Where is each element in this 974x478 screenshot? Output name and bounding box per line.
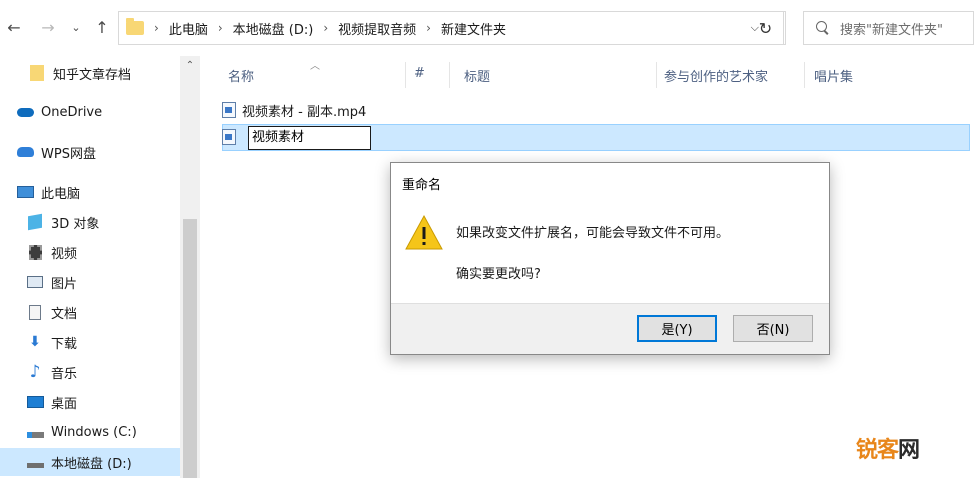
column-divider[interactable]	[804, 62, 805, 88]
chevron-right-icon[interactable]: ›	[154, 21, 159, 35]
folder-icon	[126, 18, 144, 35]
recent-dropdown-icon[interactable]: ⌄	[66, 17, 86, 37]
up-arrow-icon[interactable]: ↑	[92, 17, 112, 37]
yes-button[interactable]: 是(Y)	[637, 315, 717, 342]
sidebar-item-zhihu-archive[interactable]: 知乎文章存档	[0, 59, 180, 87]
column-divider[interactable]	[656, 62, 657, 88]
back-arrow-icon[interactable]: ←	[4, 17, 24, 37]
sidebar-item-wps-cloud[interactable]: WPS网盘	[0, 138, 180, 166]
breadcrumb-new-folder[interactable]: 新建文件夹	[441, 19, 506, 38]
video-icon	[26, 244, 44, 260]
column-name[interactable]: 名称	[228, 66, 254, 85]
sort-ascending-icon: ︿	[310, 61, 320, 72]
search-box[interactable]: 搜索"新建文件夹"	[803, 11, 974, 45]
documents-icon	[26, 304, 44, 320]
column-contributing-artists[interactable]: 参与创作的艺术家	[664, 66, 768, 85]
sidebar-item-downloads[interactable]: ⬇ 下载	[0, 328, 180, 356]
computer-icon	[16, 184, 34, 200]
pictures-icon	[26, 274, 44, 290]
search-placeholder: 搜索"新建文件夹"	[840, 22, 943, 38]
address-bar[interactable]: › 此电脑 › 本地磁盘 (D:) › 视频提取音频 › 新建文件夹 ⌵	[118, 11, 786, 45]
column-number[interactable]: #	[414, 66, 425, 81]
forward-arrow-icon[interactable]: →	[38, 17, 58, 37]
dialog-footer: 是(Y) 否(N)	[391, 303, 829, 354]
video-file-icon	[222, 129, 236, 145]
rename-dialog: 重命名 如果改变文件扩展名，可能会导致文件不可用。 确实要更改吗? 是(Y) 否…	[390, 162, 830, 355]
folder-icon	[28, 65, 46, 81]
navigation-pane: 知乎文章存档 OneDrive WPS网盘 此电脑 3D 对象 视频 图片 文档…	[0, 56, 200, 478]
scrollbar-thumb[interactable]	[183, 219, 197, 478]
drive-icon	[26, 454, 44, 470]
warning-icon	[405, 214, 443, 250]
dialog-title: 重命名	[402, 178, 442, 193]
column-title[interactable]: 标题	[464, 66, 490, 85]
list-item[interactable]	[222, 124, 242, 150]
sidebar-scrollbar[interactable]: ⌃	[180, 56, 200, 478]
column-headers: ︿ 名称 # 标题 参与创作的艺术家 唱片集	[212, 56, 974, 92]
wps-cloud-icon	[16, 144, 34, 160]
watermark-logo: 锐客网	[856, 438, 920, 463]
rename-input[interactable]: 视频素材	[248, 126, 371, 150]
sidebar-item-music[interactable]: ♪ 音乐	[0, 358, 180, 386]
chevron-right-icon[interactable]: ›	[426, 21, 431, 35]
chevron-right-icon[interactable]: ›	[323, 21, 328, 35]
file-name: 视频素材 - 副本.mp4	[242, 104, 367, 120]
download-icon: ⬇	[29, 334, 41, 350]
navigation-bar: ← → ⌄ ↑ › 此电脑 › 本地磁盘 (D:) › 视频提取音频 › 新建文…	[0, 0, 974, 56]
desktop-icon	[26, 394, 44, 410]
breadcrumb-drive-d[interactable]: 本地磁盘 (D:)	[233, 19, 314, 38]
breadcrumb-video-audio[interactable]: 视频提取音频	[338, 19, 416, 38]
sidebar-item-3d-objects[interactable]: 3D 对象	[0, 208, 180, 236]
scroll-up-icon[interactable]: ⌃	[180, 60, 200, 76]
no-button[interactable]: 否(N)	[733, 315, 813, 342]
search-icon	[816, 21, 830, 35]
sidebar-item-windows-c[interactable]: Windows (C:)	[0, 418, 180, 446]
sidebar-item-videos[interactable]: 视频	[0, 238, 180, 266]
sidebar-item-pictures[interactable]: 图片	[0, 268, 180, 296]
column-divider[interactable]	[405, 62, 406, 88]
rename-input-value: 视频素材	[252, 130, 305, 145]
3d-objects-icon	[26, 213, 44, 231]
cloud-icon	[16, 104, 34, 120]
sidebar-item-drive-d[interactable]: 本地磁盘 (D:)	[0, 448, 180, 476]
dialog-confirm-text: 确实要更改吗?	[456, 267, 541, 282]
sidebar-item-onedrive[interactable]: OneDrive	[0, 98, 180, 126]
column-divider[interactable]	[449, 62, 450, 88]
music-icon: ♪	[29, 362, 41, 382]
video-file-icon	[222, 102, 236, 118]
drive-icon	[26, 424, 44, 440]
sidebar-item-documents[interactable]: 文档	[0, 298, 180, 326]
list-item[interactable]: 视频素材 - 副本.mp4	[222, 97, 366, 123]
sidebar-item-desktop[interactable]: 桌面	[0, 388, 180, 416]
refresh-icon[interactable]: ↻	[748, 11, 784, 45]
sidebar-item-this-pc[interactable]: 此电脑	[0, 178, 180, 206]
dialog-message: 如果改变文件扩展名，可能会导致文件不可用。	[456, 226, 730, 241]
chevron-right-icon[interactable]: ›	[218, 21, 223, 35]
breadcrumb-this-pc[interactable]: 此电脑	[169, 19, 208, 38]
column-album[interactable]: 唱片集	[814, 66, 853, 85]
